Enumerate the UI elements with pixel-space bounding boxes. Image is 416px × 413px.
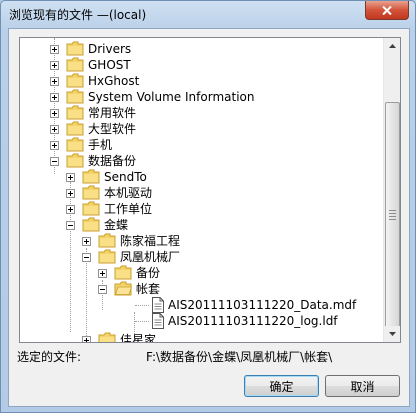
tree-node-label: AIS20111103111220_log.ldf: [168, 314, 338, 328]
selected-file-path: F:\数据备份\金蝶\凤凰机械厂\帐套\: [146, 350, 333, 364]
tree-node-label: 陈家福工程: [120, 234, 181, 248]
grip-line: [389, 216, 396, 217]
tree-line: [135, 305, 149, 306]
tree-node[interactable]: 数据备份: [20, 153, 380, 169]
tree-node[interactable]: 备份: [20, 265, 380, 281]
tree-node-label: 常用软件: [88, 106, 137, 120]
expand-icon[interactable]: [66, 205, 75, 214]
folder-open-icon: [82, 217, 100, 232]
selected-file-label: 选定的文件:: [17, 350, 82, 364]
collapse-icon[interactable]: [50, 157, 59, 166]
tree-line: [135, 321, 149, 322]
tree-node[interactable]: 陈家福工程: [20, 233, 380, 249]
folder-icon: [66, 89, 84, 104]
folder-icon: [66, 105, 84, 120]
tree-node-label: 金蝶: [104, 218, 129, 232]
expand-icon[interactable]: [50, 77, 59, 86]
tree-node-label: 大型软件: [88, 122, 137, 136]
tree-node-label: GHOST: [88, 58, 131, 72]
tree-node[interactable]: HxGhost: [20, 73, 380, 89]
expand-icon[interactable]: [82, 237, 91, 246]
vertical-scrollbar[interactable]: [383, 38, 400, 342]
folder-icon: [66, 121, 84, 136]
folder-open-icon: [66, 153, 84, 168]
scroll-up-button[interactable]: [384, 38, 400, 54]
tree-node-label: System Volume Information: [88, 90, 255, 104]
tree-node[interactable]: GHOST: [20, 57, 380, 73]
tree-node-label: 手机: [88, 138, 113, 152]
tree-node-label: SendTo: [104, 170, 147, 184]
dialog-client: Drivers GHOST HxGhost System Volume Info…: [8, 28, 410, 407]
tree-node-label: 工作单位: [104, 202, 153, 216]
expand-icon[interactable]: [50, 93, 59, 102]
expand-icon[interactable]: [50, 141, 59, 150]
title-bar[interactable]: 浏览现有的文件 —(local): [1, 1, 415, 27]
tree-node-label: 本机驱动: [104, 186, 153, 200]
ok-button[interactable]: 确定: [244, 375, 319, 397]
tree-node-label: HxGhost: [88, 74, 140, 88]
folder-icon: [66, 57, 84, 72]
tree-node-label: 佳星家: [120, 333, 157, 342]
tree-node[interactable]: System Volume Information: [20, 89, 380, 105]
tree-node-label: 帐套: [136, 282, 161, 296]
tree-node[interactable]: 手机: [20, 137, 380, 153]
folder-icon: [66, 73, 84, 88]
tree-node-label: 备份: [136, 266, 161, 280]
tree-node-label: 凤凰机械厂: [120, 250, 181, 264]
dialog-window: 浏览现有的文件 —(local) Drivers GHOST HxGhost S…: [0, 0, 416, 413]
file-icon: [152, 313, 164, 329]
grip-line: [389, 213, 396, 214]
collapse-icon[interactable]: [82, 253, 91, 262]
close-icon: [382, 5, 392, 15]
tree-node[interactable]: AIS20111103111220_log.ldf: [20, 313, 380, 329]
tree-node[interactable]: 工作单位: [20, 201, 380, 217]
folder-open-icon: [98, 249, 116, 264]
tree-node[interactable]: SendTo: [20, 169, 380, 185]
folder-tree[interactable]: Drivers GHOST HxGhost System Volume Info…: [19, 37, 401, 343]
tree-node[interactable]: 佳星家: [20, 332, 380, 342]
scroll-down-button[interactable]: [384, 326, 400, 342]
window-title: 浏览现有的文件 —(local): [9, 8, 147, 22]
collapse-icon[interactable]: [98, 285, 107, 294]
folder-icon: [82, 185, 100, 200]
folder-icon: [66, 137, 84, 152]
tree-node-label: 数据备份: [88, 154, 137, 168]
expand-icon[interactable]: [82, 336, 91, 342]
tree-node[interactable]: 本机驱动: [20, 185, 380, 201]
expand-icon[interactable]: [50, 61, 59, 70]
expand-icon[interactable]: [50, 45, 59, 54]
close-button[interactable]: [365, 1, 409, 20]
grip-line: [389, 210, 396, 211]
expand-icon[interactable]: [50, 109, 59, 118]
folder-open-icon: [114, 281, 132, 296]
scroll-thumb[interactable]: [385, 102, 400, 330]
cancel-button[interactable]: 取消: [325, 375, 400, 397]
folder-icon: [82, 201, 100, 216]
expand-icon[interactable]: [98, 269, 107, 278]
folder-icon: [98, 233, 116, 248]
file-icon: [152, 297, 164, 313]
expand-icon[interactable]: [50, 125, 59, 134]
folder-icon: [98, 332, 116, 342]
tree-node[interactable]: 凤凰机械厂: [20, 249, 380, 265]
chevron-down-icon: [388, 332, 396, 336]
chevron-up-icon: [388, 44, 396, 48]
tree-node-label: Drivers: [88, 42, 132, 56]
folder-icon: [114, 265, 132, 280]
folder-icon: [82, 169, 100, 184]
tree-node[interactable]: 大型软件: [20, 121, 380, 137]
expand-icon[interactable]: [66, 173, 75, 182]
tree-node[interactable]: AIS20111103111220_Data.mdf: [20, 297, 380, 313]
tree-node[interactable]: 帐套: [20, 281, 380, 297]
tree-node-label: AIS20111103111220_Data.mdf: [168, 298, 357, 312]
grip-line: [389, 219, 396, 220]
collapse-icon[interactable]: [66, 221, 75, 230]
tree-node[interactable]: Drivers: [20, 41, 380, 57]
expand-icon[interactable]: [66, 189, 75, 198]
tree-node[interactable]: 金蝶: [20, 217, 380, 233]
tree-viewport: Drivers GHOST HxGhost System Volume Info…: [20, 38, 384, 342]
folder-icon: [66, 41, 84, 56]
tree-node[interactable]: 常用软件: [20, 105, 380, 121]
